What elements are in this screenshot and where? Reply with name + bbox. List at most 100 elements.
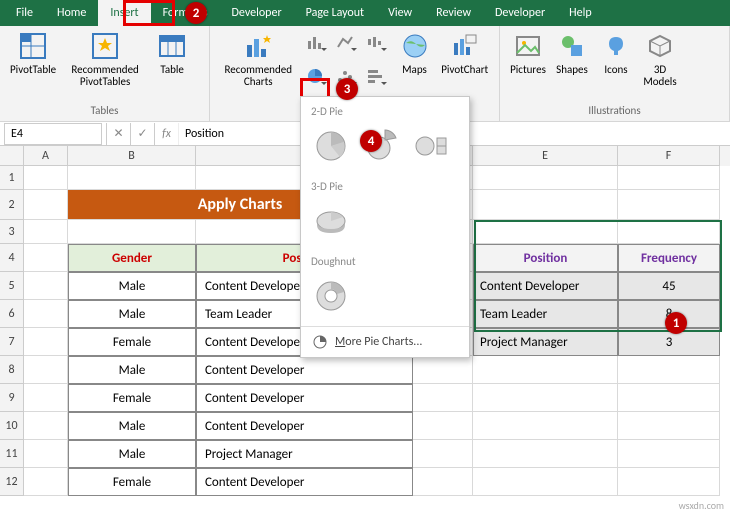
bar-chart-button[interactable] (361, 62, 389, 90)
table-button[interactable]: Table (150, 28, 194, 78)
cancel-button[interactable]: ✕ (106, 123, 130, 145)
table-cell[interactable]: Male (68, 356, 196, 384)
table-cell[interactable]: Male (68, 300, 196, 328)
cell[interactable] (24, 272, 68, 300)
cell[interactable] (24, 244, 68, 272)
cell[interactable] (473, 356, 618, 384)
cell[interactable] (24, 220, 68, 244)
fx-button[interactable]: fx (154, 123, 178, 145)
row-header[interactable]: 8 (0, 356, 24, 384)
row-header[interactable]: 2 (0, 190, 24, 220)
cell[interactable] (618, 356, 720, 384)
tab-developer[interactable]: Developer (220, 0, 294, 26)
col-header-b[interactable]: B (68, 146, 196, 166)
cell[interactable] (618, 412, 720, 440)
cell[interactable] (618, 220, 720, 244)
table-cell[interactable]: Female (68, 328, 196, 356)
tab-help[interactable]: Help (557, 0, 604, 26)
cell[interactable] (24, 328, 68, 356)
col-header-a[interactable]: A (24, 146, 68, 166)
table-cell[interactable]: Team Leader (473, 300, 618, 328)
row-header[interactable]: 11 (0, 440, 24, 468)
cell[interactable] (618, 384, 720, 412)
select-all-corner[interactable] (0, 146, 24, 166)
cell[interactable] (24, 166, 68, 190)
maps-button[interactable]: Maps (393, 28, 437, 78)
cell[interactable] (413, 440, 473, 468)
cell[interactable] (618, 190, 720, 220)
cell[interactable] (24, 440, 68, 468)
table-header[interactable]: Position (473, 244, 618, 272)
col-header-f[interactable]: F (618, 146, 720, 166)
table-cell[interactable]: Content Developer (473, 272, 618, 300)
cell[interactable] (24, 384, 68, 412)
cell[interactable] (24, 412, 68, 440)
cell[interactable] (413, 384, 473, 412)
tab-developer2[interactable]: Developer (483, 0, 557, 26)
tab-insert[interactable]: Insert (98, 0, 150, 26)
pivotchart-button[interactable]: PivotChart (437, 28, 494, 78)
table-cell[interactable]: Content Developer (196, 468, 413, 496)
row-header[interactable]: 6 (0, 300, 24, 328)
table-cell[interactable]: Male (68, 440, 196, 468)
table-cell[interactable]: Content Developer (196, 412, 413, 440)
cell[interactable] (473, 384, 618, 412)
row-header[interactable]: 1 (0, 166, 24, 190)
more-pie-charts[interactable]: MMore Pie Charts...ore Pie Charts... (301, 326, 469, 357)
cell[interactable] (618, 166, 720, 190)
table-cell[interactable]: 45 (618, 272, 720, 300)
recommended-pivottables-button[interactable]: Recommended PivotTables (60, 28, 150, 90)
cell[interactable] (618, 468, 720, 496)
winloss-chart-button[interactable] (361, 28, 389, 56)
tab-home[interactable]: Home (45, 0, 98, 26)
col-header-e[interactable]: E (473, 146, 618, 166)
table-cell[interactable]: Male (68, 272, 196, 300)
shapes-button[interactable]: Shapes (550, 28, 594, 78)
pictures-button[interactable]: Pictures (506, 28, 550, 78)
table-header[interactable]: Gender (68, 244, 196, 272)
tab-file[interactable]: File (4, 0, 45, 26)
recommended-charts-button[interactable]: Recommended Charts (216, 28, 301, 90)
row-header[interactable]: 3 (0, 220, 24, 244)
pie-2d-item[interactable] (309, 124, 353, 168)
cell[interactable] (413, 412, 473, 440)
pie-3d-item[interactable] (309, 199, 353, 243)
row-header[interactable]: 9 (0, 384, 24, 412)
row-header[interactable]: 12 (0, 468, 24, 496)
3dmodels-button[interactable]: 3D Models (638, 28, 682, 90)
pivottable-button[interactable]: PivotTable (6, 28, 60, 78)
line-chart-button[interactable] (331, 28, 359, 56)
table-cell[interactable]: Project Manager (473, 328, 618, 356)
pie-of-pie-item[interactable] (409, 124, 453, 168)
table-cell[interactable]: Content Developer (196, 356, 413, 384)
tab-view[interactable]: View (376, 0, 424, 26)
cell[interactable] (68, 166, 196, 190)
cell[interactable] (413, 356, 473, 384)
row-header[interactable]: 5 (0, 272, 24, 300)
cell[interactable] (24, 356, 68, 384)
table-header[interactable]: Frequency (618, 244, 720, 272)
cell[interactable] (618, 440, 720, 468)
pie-chart-button[interactable] (301, 62, 329, 90)
cell[interactable] (24, 300, 68, 328)
name-box[interactable]: E4 (4, 123, 102, 145)
table-cell[interactable]: Male (68, 412, 196, 440)
doughnut-item[interactable] (309, 274, 353, 318)
row-header[interactable]: 7 (0, 328, 24, 356)
cell[interactable] (473, 412, 618, 440)
column-chart-button[interactable] (301, 28, 329, 56)
icons-button[interactable]: Icons (594, 28, 638, 78)
tab-review[interactable]: Review (424, 0, 483, 26)
table-cell[interactable]: Female (68, 468, 196, 496)
cell[interactable] (473, 468, 618, 496)
cell[interactable] (68, 220, 196, 244)
cell[interactable] (473, 190, 618, 220)
enter-button[interactable]: ✓ (130, 123, 154, 145)
cell[interactable] (473, 440, 618, 468)
cell[interactable] (473, 166, 618, 190)
table-cell[interactable]: Project Manager (196, 440, 413, 468)
table-cell[interactable]: Content Developer (196, 384, 413, 412)
cell[interactable] (24, 190, 68, 220)
table-cell[interactable]: Female (68, 384, 196, 412)
tab-pagelayout[interactable]: Page Layout (294, 0, 376, 26)
